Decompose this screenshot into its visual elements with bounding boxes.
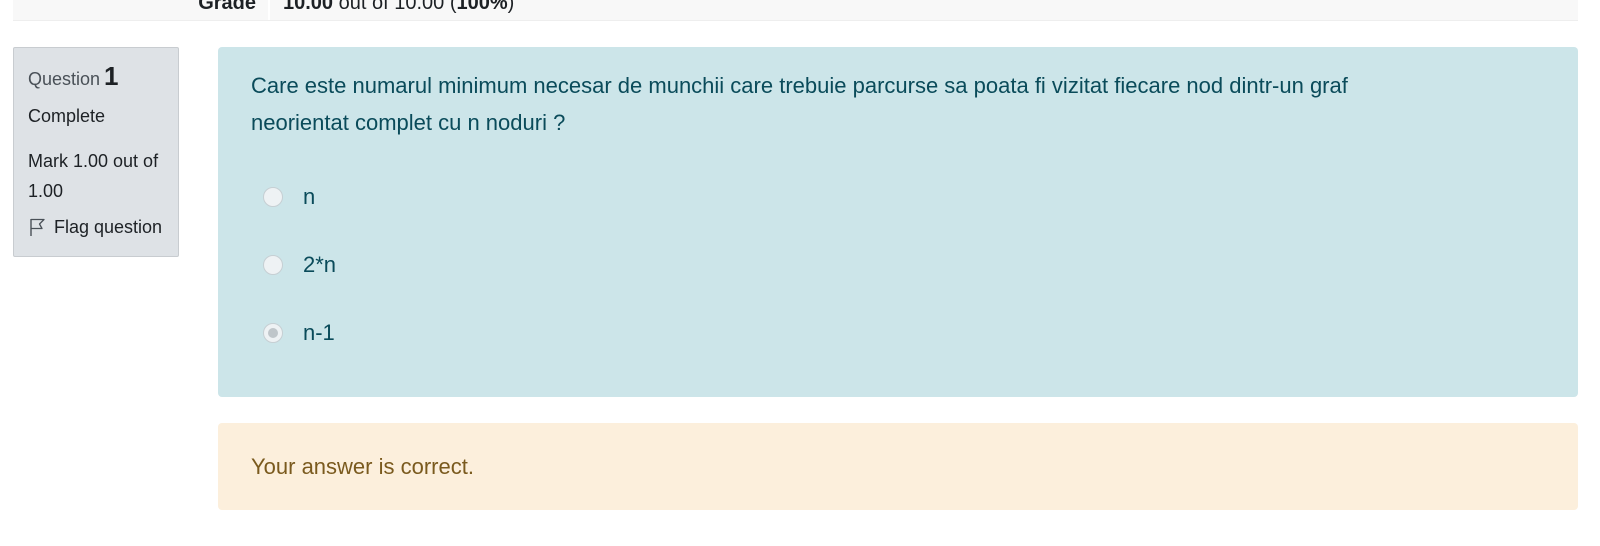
answer-radio[interactable] xyxy=(263,255,283,275)
answer-list: n 2*n n-1 xyxy=(251,163,1545,367)
grade-percent-close: ) xyxy=(507,0,515,14)
answer-label: n-1 xyxy=(303,320,335,345)
flag-question-label: Flag question xyxy=(54,217,163,237)
quiz-review-page: Grade 10.00 out of 10.00 (100%) Question… xyxy=(0,0,1600,546)
answer-option[interactable]: 2*n xyxy=(251,231,1545,299)
grade-divider xyxy=(268,0,270,20)
question-state: Complete xyxy=(28,106,106,126)
question-info-box: Question 1 Complete Mark 1.00 out of 1.00… xyxy=(13,47,179,257)
answer-label: 2*n xyxy=(303,252,337,277)
flag-icon xyxy=(30,218,45,236)
grade-out-of: out of 10.00 xyxy=(338,0,445,14)
question-mark: Mark 1.00 out of 1.00 xyxy=(28,151,159,201)
grade-value: 10.00 out of 10.00 (100%) xyxy=(283,0,514,20)
feedback-box: Your answer is correct. xyxy=(218,423,1578,510)
answer-label: n xyxy=(303,184,316,209)
grade-percent-open: ( xyxy=(449,0,457,14)
question-number: Question 1 xyxy=(28,62,164,93)
summary-grade-row: Grade 10.00 out of 10.00 (100%) xyxy=(13,0,1578,21)
question-formulation: Care este numarul minimum necesar de mun… xyxy=(218,47,1578,397)
flag-question-button[interactable]: Flag question xyxy=(28,216,164,238)
feedback-text: Your answer is correct. xyxy=(251,453,474,479)
question-text: Care este numarul minimum necesar de mun… xyxy=(251,73,1348,135)
grade-label: Grade xyxy=(198,0,256,14)
question-number-value: 1 xyxy=(104,61,119,91)
answer-radio-selected[interactable] xyxy=(263,323,283,343)
question-word: Question xyxy=(28,69,101,89)
answer-option[interactable]: n xyxy=(251,163,1545,231)
answer-option[interactable]: n-1 xyxy=(251,299,1545,367)
grade-score: 10.00 xyxy=(283,0,334,14)
grade-percent: 100% xyxy=(456,0,508,14)
answer-radio[interactable] xyxy=(263,187,283,207)
